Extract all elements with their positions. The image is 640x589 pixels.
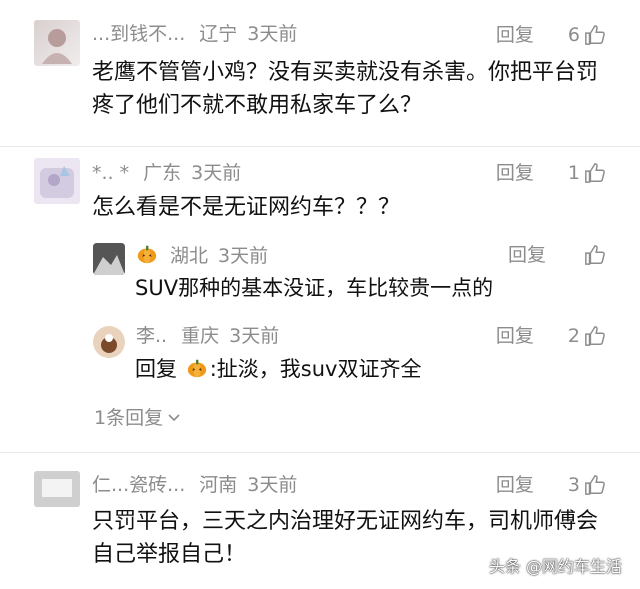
timestamp: 3天前	[191, 162, 242, 184]
like-count: 2	[567, 325, 580, 347]
like-count: 1	[567, 162, 580, 184]
timestamp: 3天前	[218, 245, 269, 267]
thumbs-up-icon[interactable]	[584, 474, 606, 496]
timestamp: 3天前	[247, 474, 298, 496]
divider	[0, 452, 640, 453]
avatar-image	[42, 29, 72, 64]
comment-actions: 回复 3	[496, 473, 606, 497]
avatar-image	[40, 166, 74, 198]
location: 湖北	[170, 245, 209, 267]
comment-meta: 仁...瓷砖... 河南 3天前	[92, 473, 297, 497]
avatar[interactable]	[34, 471, 80, 507]
pumpkin-icon	[187, 359, 206, 378]
comment-text: 怎么看是不是无证网约车？？？	[92, 195, 401, 220]
divider	[0, 146, 640, 147]
reply-button[interactable]: 回复	[496, 473, 534, 497]
username[interactable]: *.. *	[92, 162, 129, 184]
comment-actions: 回复 1	[496, 161, 606, 185]
reply-meta: 湖北 3天前	[136, 243, 268, 268]
thumbs-up-icon[interactable]	[584, 244, 606, 266]
username[interactable]: ...到钱不...	[92, 23, 185, 45]
comment-meta: *.. * 广东 3天前	[92, 161, 241, 185]
reply-actions: 回复	[508, 243, 606, 267]
username[interactable]: 李..	[136, 325, 167, 347]
watermark: 头条 @网约车生活	[488, 557, 622, 576]
like-count: 3	[567, 474, 580, 496]
avatar[interactable]	[93, 326, 125, 358]
location: 重庆	[181, 325, 220, 347]
reply-text: SUV那种的基本没证，车比较贵一点的	[135, 276, 494, 300]
thumbs-up-icon[interactable]	[584, 162, 606, 184]
avatar[interactable]	[34, 20, 80, 66]
comment-meta: ...到钱不... 辽宁 3天前	[92, 22, 297, 46]
location: 广东	[143, 162, 182, 184]
chevron-down-icon	[168, 413, 180, 421]
avatar-image	[34, 471, 80, 507]
expand-label: 1条回复	[94, 407, 164, 429]
location: 河南	[199, 474, 238, 496]
reply-text: 回复 :扯淡，我suv双证齐全	[135, 353, 605, 385]
reply-body: :扯淡，我suv双证齐全	[209, 357, 422, 381]
avatar-image	[93, 243, 125, 275]
reply-actions: 回复 2	[496, 324, 606, 348]
username[interactable]: 仁...瓷砖...	[92, 474, 185, 496]
thumbs-up-icon[interactable]	[584, 325, 606, 347]
reply-button[interactable]: 回复	[496, 161, 534, 185]
timestamp: 3天前	[247, 23, 298, 45]
comment-text: 老鹰不管管小鸡？没有买卖就没有杀害。你把平台罚疼了他们不就不敢用私家车了么？	[92, 60, 599, 118]
avatar[interactable]	[34, 158, 80, 204]
reply-button[interactable]: 回复	[496, 23, 534, 47]
comment-actions: 回复 6	[496, 23, 606, 47]
avatar-image	[93, 326, 125, 358]
avatar[interactable]	[93, 243, 125, 275]
reply-button[interactable]: 回复	[496, 324, 534, 348]
reply-meta: 李.. 重庆 3天前	[136, 324, 279, 348]
reply-button[interactable]: 回复	[508, 243, 546, 267]
reply-prefix: 回复	[135, 357, 177, 381]
pumpkin-icon	[137, 245, 157, 264]
thumbs-up-icon[interactable]	[584, 24, 606, 46]
location: 辽宁	[199, 23, 238, 45]
timestamp: 3天前	[229, 325, 280, 347]
expand-replies-button[interactable]: 1条回复	[94, 403, 181, 430]
like-count: 6	[567, 24, 580, 46]
